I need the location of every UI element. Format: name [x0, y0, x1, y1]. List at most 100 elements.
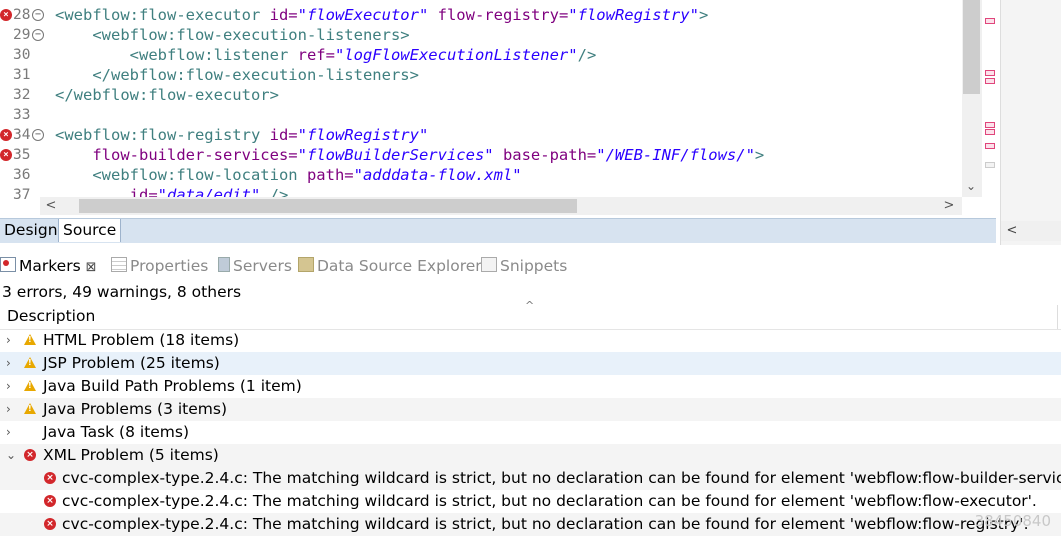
xml-value-token: "/WEB-INF/flows/" [596, 146, 755, 164]
watermark: 38450840 [974, 512, 1051, 530]
error-icon[interactable]: × [0, 149, 12, 161]
warning-icon [24, 334, 36, 345]
snippets-icon [481, 257, 497, 272]
warning-marker[interactable] [985, 78, 995, 84]
xml-tag-token: <webflow:flow-executor [55, 6, 270, 24]
line-number: 30 [0, 45, 52, 65]
xml-value-token: "flowBuilderServices" [297, 146, 494, 164]
fold-toggle-icon[interactable]: − [32, 129, 44, 141]
code-line[interactable]: <webflow:listener ref="logFlowExecutionL… [55, 45, 597, 65]
xml-attribute-token: base-path= [493, 146, 597, 164]
xml-value-token: "logFlowExecutionListener" [334, 46, 578, 64]
chevron-right-icon[interactable]: › [6, 398, 16, 421]
line-number: × 35 [0, 145, 52, 165]
markers-summary: 3 errors, 49 warnings, 8 others [2, 283, 242, 301]
scroll-left-arrow-icon[interactable]: < [42, 197, 60, 215]
error-icon[interactable]: × [0, 9, 12, 21]
code-line[interactable]: flow-builder-services="flowBuilderServic… [55, 145, 764, 165]
chevron-right-icon[interactable]: › [6, 421, 16, 444]
tab-design[interactable]: Design [0, 219, 62, 242]
servers-icon [218, 257, 230, 272]
marker-row[interactable]: × cvc-complex-type.2.4.c: The matching wi… [0, 467, 1061, 490]
xml-tag-token: > [698, 6, 709, 24]
info-marker[interactable] [985, 162, 995, 168]
tab-data-source-explorer-label: Data Source Explorer [317, 257, 482, 275]
marker-row[interactable]: × cvc-complex-type.2.4.c: The matching wi… [0, 490, 1061, 513]
chevron-right-icon[interactable]: › [6, 352, 16, 375]
line-number-text: 35 [13, 147, 31, 163]
warning-icon [24, 380, 36, 391]
marker-category-row[interactable]: › Java Problems (3 items) [0, 398, 1061, 421]
scroll-down-arrow-icon[interactable]: ⌄ [962, 177, 980, 195]
line-number: 36 [0, 165, 52, 185]
line-number-text: 32 [13, 87, 31, 103]
code-line[interactable]: <webflow:flow-execution-listeners> [55, 25, 409, 45]
warning-marker[interactable] [985, 129, 995, 135]
marker-category-label: HTML Problem (18 items) [43, 331, 240, 349]
marker-category-row[interactable]: › JSP Problem (25 items) [0, 352, 1061, 375]
code-line[interactable]: <webflow:flow-location path="adddata-flo… [55, 165, 521, 185]
tab-markers[interactable]: Markers ⊠ [0, 252, 97, 280]
marker-category-row[interactable]: › HTML Problem (18 items) [0, 329, 1061, 352]
code-line[interactable]: </webflow:flow-executor> [55, 85, 279, 105]
tab-snippets[interactable]: Snippets [481, 252, 567, 280]
code-area[interactable]: <webflow:flow-executor id="flowExecutor"… [55, 0, 960, 204]
xml-source-editor[interactable]: × 28−29−30 31 32 33 × 34− × 35 36 37 <webflow:flow… [0, 0, 996, 218]
fold-toggle-icon[interactable]: − [32, 29, 44, 41]
tab-data-source-explorer[interactable]: Data Source Explorer [298, 252, 482, 280]
marker-category-row[interactable]: › Java Task (8 items) [0, 421, 1061, 444]
view-tab-bar: Markers ⊠ Properties Servers Data Source … [0, 252, 1061, 280]
close-icon[interactable]: ⊠ [86, 260, 97, 275]
vertical-scroll-thumb[interactable] [963, 0, 980, 94]
fold-toggle-icon[interactable]: − [32, 9, 44, 21]
line-number-text: 28 [13, 7, 31, 23]
xml-value-token: "flowRegistry" [297, 126, 429, 144]
marker-description: cvc-complex-type.2.4.c: The matching wil… [62, 492, 1037, 510]
chevron-right-icon[interactable]: › [6, 375, 16, 398]
xml-attribute-token: flow-builder-services= [55, 146, 298, 164]
warning-icon [24, 357, 36, 368]
column-header-description[interactable]: Description [0, 305, 1061, 330]
line-number: 31 [0, 65, 52, 85]
line-number: 32 [0, 85, 52, 105]
overview-ruler[interactable] [982, 0, 996, 218]
xml-attribute-token: flow-registry= [428, 6, 569, 24]
properties-icon [111, 257, 127, 272]
xml-tag-token: > [754, 146, 765, 164]
line-number-text: 36 [13, 167, 31, 183]
xml-attribute-token: path= [306, 166, 354, 184]
warning-marker[interactable] [985, 143, 995, 149]
marker-description: cvc-complex-type.2.4.c: The matching wil… [62, 469, 1061, 487]
tab-source[interactable]: Source [58, 219, 122, 242]
error-icon[interactable]: × [0, 129, 12, 141]
chevron-down-icon[interactable]: ⌄ [6, 444, 16, 467]
marker-row[interactable]: × cvc-complex-type.2.4.c: The matching wi… [0, 513, 1061, 536]
code-line[interactable]: </webflow:flow-execution-listeners> [55, 65, 419, 85]
marker-category-row[interactable]: ⌄ × XML Problem (5 items) [0, 444, 1061, 467]
tab-servers[interactable]: Servers [218, 252, 292, 280]
scroll-right-arrow-icon[interactable]: > [940, 197, 958, 215]
error-icon: × [44, 518, 56, 530]
tab-properties[interactable]: Properties [111, 252, 208, 280]
markers-icon [0, 257, 16, 272]
warning-marker[interactable] [985, 122, 995, 128]
column-divider[interactable] [1057, 305, 1058, 329]
xml-attribute-token: id= [269, 126, 298, 144]
line-number-text: 33 [13, 107, 31, 123]
line-number: × 34− [0, 125, 52, 145]
error-icon: × [44, 472, 56, 484]
marker-category-row[interactable]: › Java Build Path Problems (1 item) [0, 375, 1061, 398]
xml-tag-token: <webflow:flow-location [55, 166, 307, 184]
warning-marker[interactable] [985, 70, 995, 76]
chevron-right-icon[interactable]: › [6, 329, 16, 352]
warning-marker[interactable] [985, 18, 995, 24]
xml-attribute-token: id= [269, 6, 298, 24]
side-scroll-left-arrow-icon[interactable]: < [1003, 221, 1021, 241]
horizontal-scroll-thumb[interactable] [79, 199, 577, 213]
marker-category-label: XML Problem (5 items) [43, 446, 219, 464]
tab-snippets-label: Snippets [500, 257, 568, 275]
code-line[interactable]: <webflow:flow-registry id="flowRegistry" [55, 125, 428, 145]
tab-servers-label: Servers [233, 257, 292, 275]
line-number-text: 37 [13, 187, 31, 203]
code-line[interactable]: <webflow:flow-executor id="flowExecutor"… [55, 5, 708, 25]
